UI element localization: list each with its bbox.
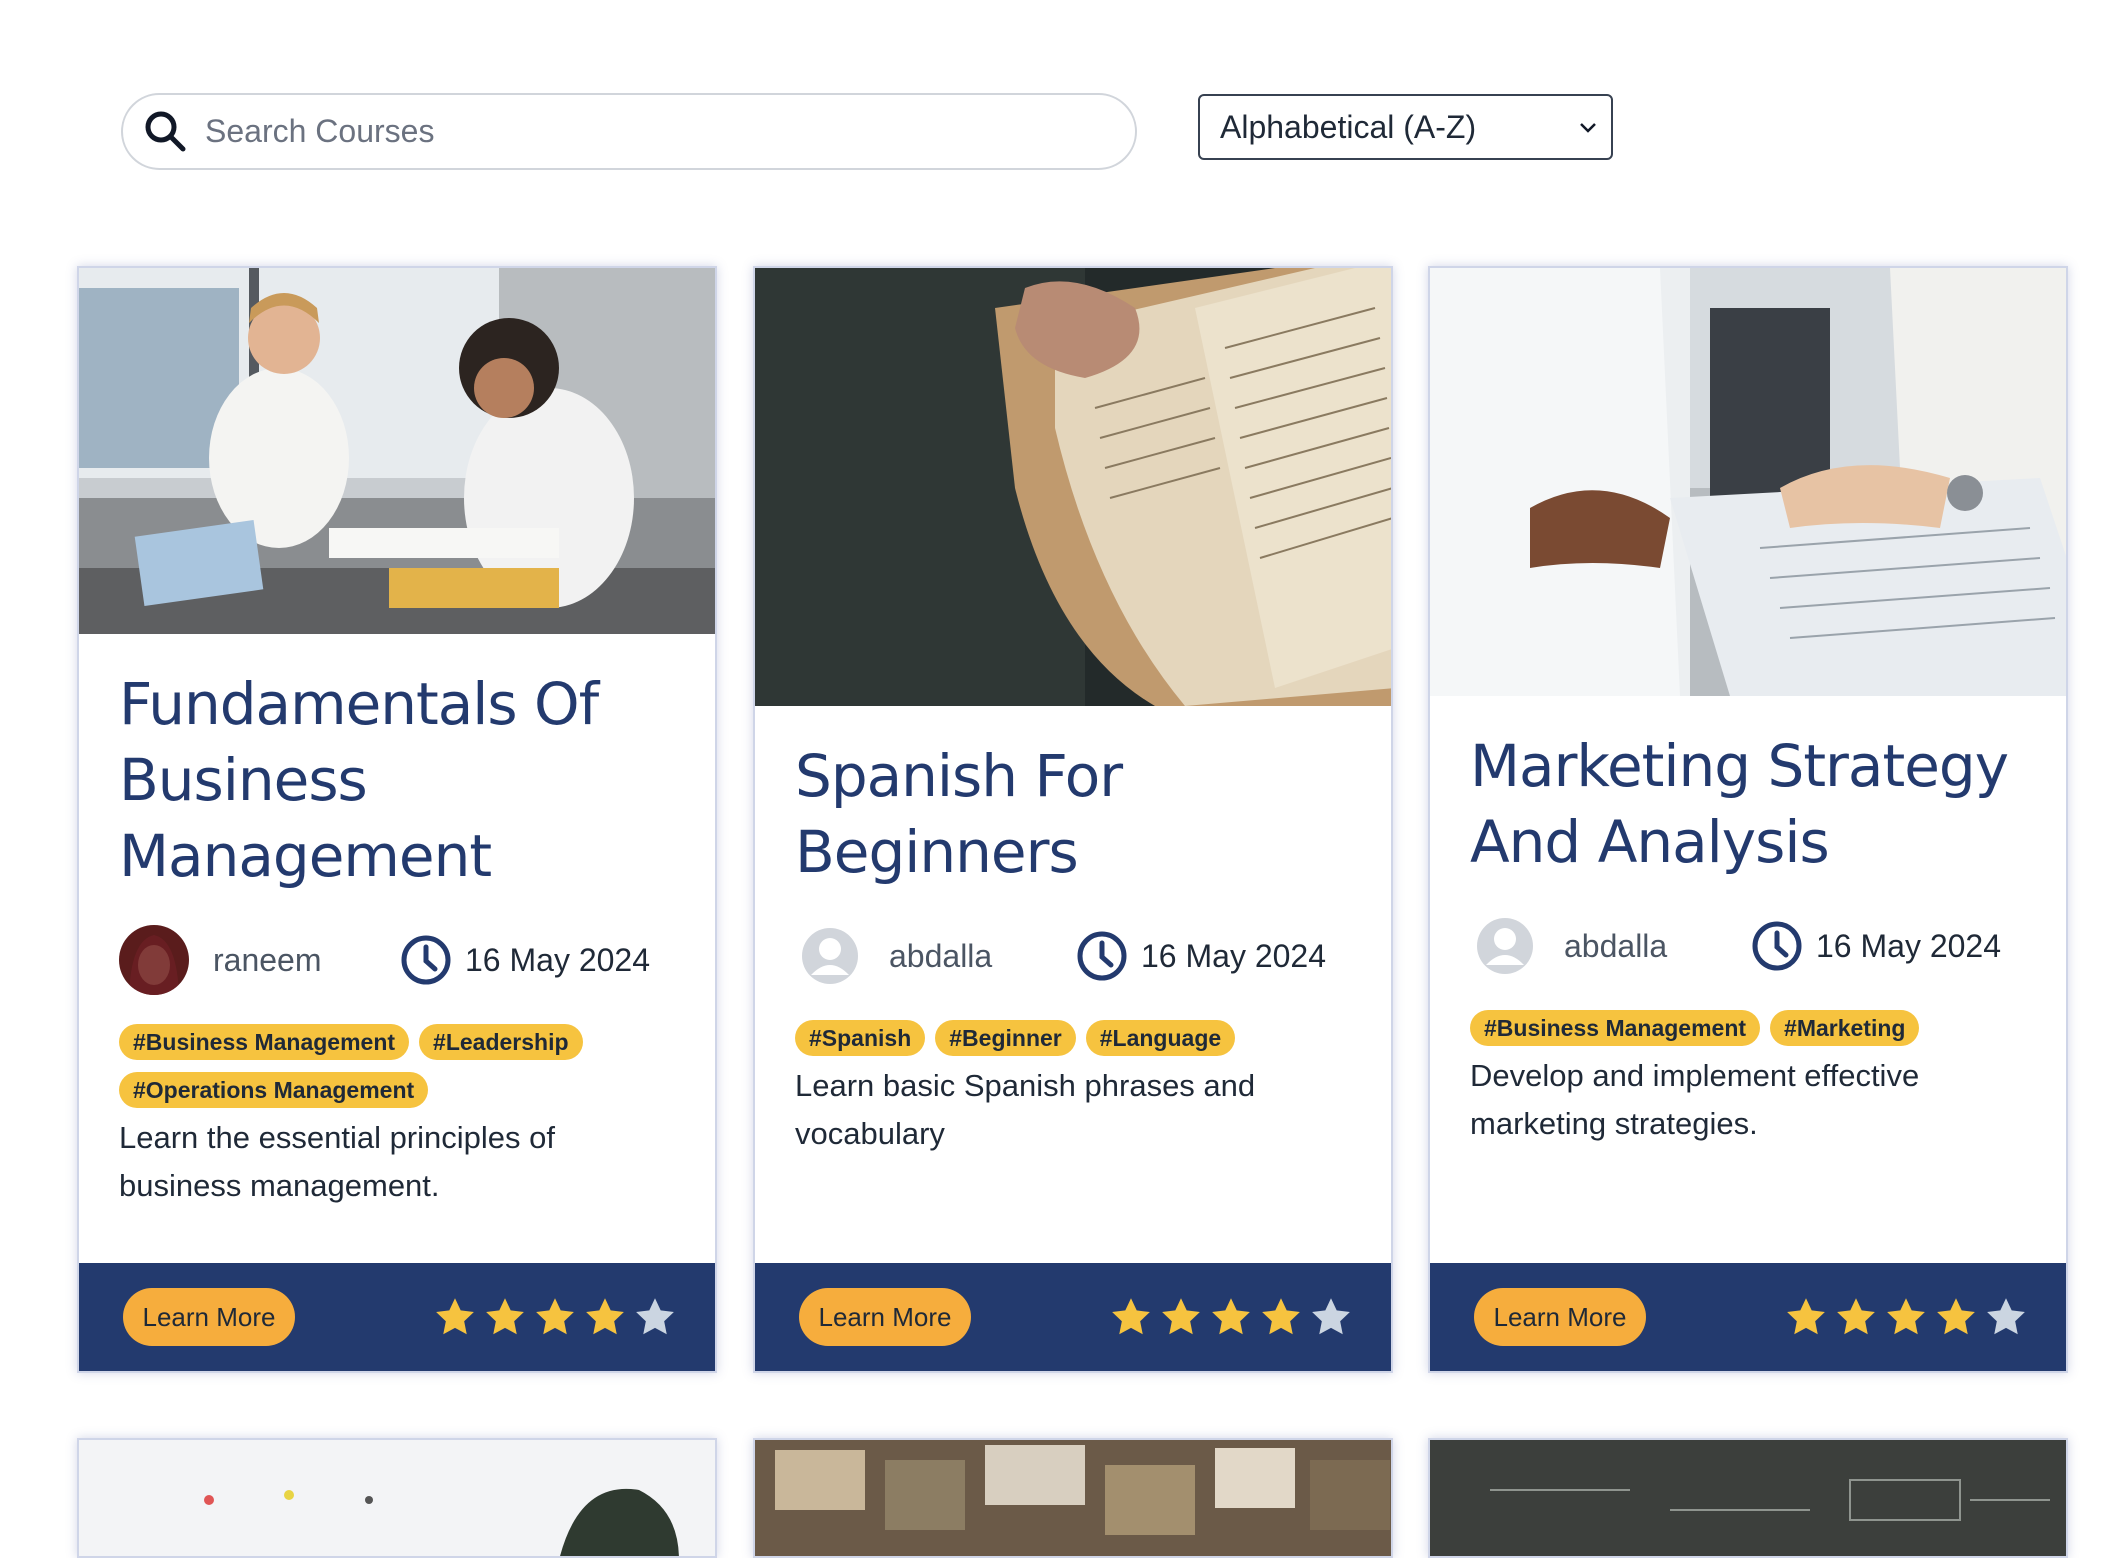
tag-list: #Business Management #Marketing [1470,1010,2036,1058]
course-card-partial[interactable] [753,1438,1393,1558]
learn-more-button[interactable]: Learn More [1474,1288,1646,1346]
course-card-partial[interactable] [1428,1438,2068,1558]
card-footer: Learn More [1430,1263,2066,1371]
star-icon [1887,1298,1925,1335]
search-icon [145,111,186,151]
tag[interactable]: #Language [1085,1020,1236,1056]
star-icon [636,1298,674,1335]
star-icon [536,1298,574,1335]
sort-selected-label: Alphabetical (A-Z) [1220,108,1477,145]
rating-stars [1109,1295,1353,1339]
clock-icon [1077,931,1127,981]
tag-list: #Spanish #Beginner #Language [795,1020,1361,1068]
author-name: abdalla [889,937,993,974]
tag[interactable]: #Leadership [419,1024,583,1060]
star-icon [436,1298,474,1335]
author-avatar [1470,911,1540,981]
course-date: 16 May 2024 [465,941,651,978]
clock-icon [1752,921,1802,971]
search-bar[interactable] [121,93,1137,170]
star-icon [1937,1298,1975,1335]
tag[interactable]: #Operations Management [119,1072,429,1108]
star-icon [1112,1298,1150,1335]
star-icon [1837,1298,1875,1335]
tag[interactable]: #Business Management [119,1024,410,1060]
course-date: 16 May 2024 [1141,937,1327,974]
course-card-partial[interactable] [77,1438,717,1558]
course-image [1430,1440,2066,1556]
star-icon [1987,1298,2025,1335]
toolbar: Alphabetical (A-Z) [0,0,2120,200]
star-icon [586,1298,624,1335]
sort-select[interactable]: Alphabetical (A-Z) [1198,94,1613,160]
course-image [79,268,715,634]
star-icon [1212,1298,1250,1335]
tag[interactable]: #Spanish [795,1020,926,1056]
course-image [79,1440,715,1556]
card-footer: Learn More [755,1263,1391,1371]
star-icon [1312,1298,1350,1335]
course-description: Learn the essential principles of busine… [119,1120,555,1203]
card-footer: Learn More [79,1263,715,1371]
course-description: Learn basic Spanish phrases and vocabula… [795,1068,1256,1151]
course-card: Fundamentals Of Business Management rane… [77,266,717,1373]
course-title[interactable]: Marketing Strategy And Analysis [1470,728,2036,880]
course-image [755,1440,1391,1556]
star-icon [1162,1298,1200,1335]
learn-more-button[interactable]: Learn More [123,1288,295,1346]
learn-more-button[interactable]: Learn More [799,1288,971,1346]
author-name: raneem [213,941,322,978]
rating-stars [1784,1295,2028,1339]
course-card: Spanish For Beginners abdalla 16 May 202… [753,266,1393,1373]
course-image [755,268,1391,706]
course-card: Marketing Strategy And Analysis abdalla … [1428,266,2068,1373]
search-input[interactable] [203,100,1135,163]
star-icon [486,1298,524,1335]
tag[interactable]: #Beginner [935,1020,1076,1056]
course-title[interactable]: Fundamentals Of Business Management [119,666,685,894]
course-meta: abdalla 16 May 2024 [1470,910,2036,982]
rating-stars [433,1295,677,1339]
course-meta: abdalla 16 May 2024 [795,920,1361,992]
star-icon [1787,1298,1825,1335]
author-name: abdalla [1564,927,1668,964]
star-icon [1262,1298,1300,1335]
clock-icon [401,935,451,985]
author-avatar [119,925,189,995]
course-date: 16 May 2024 [1816,927,2002,964]
course-title[interactable]: Spanish For Beginners [795,738,1361,890]
tag-list: #Business Management #Leadership #Operat… [119,1024,685,1120]
author-avatar [795,921,865,991]
course-meta: raneem 16 May 2024 [119,924,685,996]
course-image [1430,268,2066,696]
tag[interactable]: #Business Management [1470,1010,1761,1046]
chevron-down-icon [1580,123,1596,133]
tag[interactable]: #Marketing [1770,1010,1920,1046]
course-description: Develop and implement effective marketin… [1470,1058,1920,1141]
